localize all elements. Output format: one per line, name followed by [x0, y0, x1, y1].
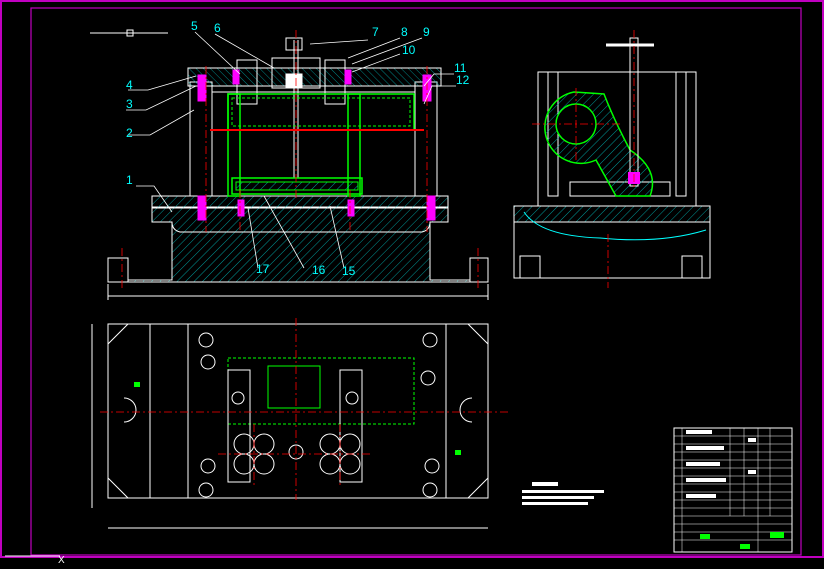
part-label-7: 7 [372, 25, 379, 39]
cad-drawing-canvas: X 1 2 3 4 5 6 7 8 9 10 11 12 15 16 17 [0, 0, 824, 566]
part-label-4: 4 [126, 78, 133, 92]
part-label-3: 3 [126, 97, 133, 111]
part-label-16: 16 [312, 263, 326, 277]
part-label-10: 10 [402, 43, 416, 57]
part-label-15: 15 [342, 264, 356, 278]
part-label-8: 8 [401, 25, 408, 39]
ucs-icon: X [58, 555, 65, 566]
part-label-1: 1 [126, 173, 133, 187]
part-label-2: 2 [126, 126, 133, 140]
scale-mark [90, 29, 168, 37]
technical-notes [522, 482, 604, 505]
part-label-5: 5 [191, 19, 198, 33]
top-plate [187, 67, 442, 87]
front-view [107, 30, 489, 300]
part-label-9: 9 [423, 25, 430, 39]
title-block [673, 427, 793, 553]
top-view [91, 318, 510, 529]
part-label-12: 12 [456, 73, 470, 87]
workpiece [227, 93, 415, 131]
part-label-6: 6 [214, 21, 221, 35]
side-view [513, 30, 711, 288]
part-label-17: 17 [256, 262, 270, 276]
